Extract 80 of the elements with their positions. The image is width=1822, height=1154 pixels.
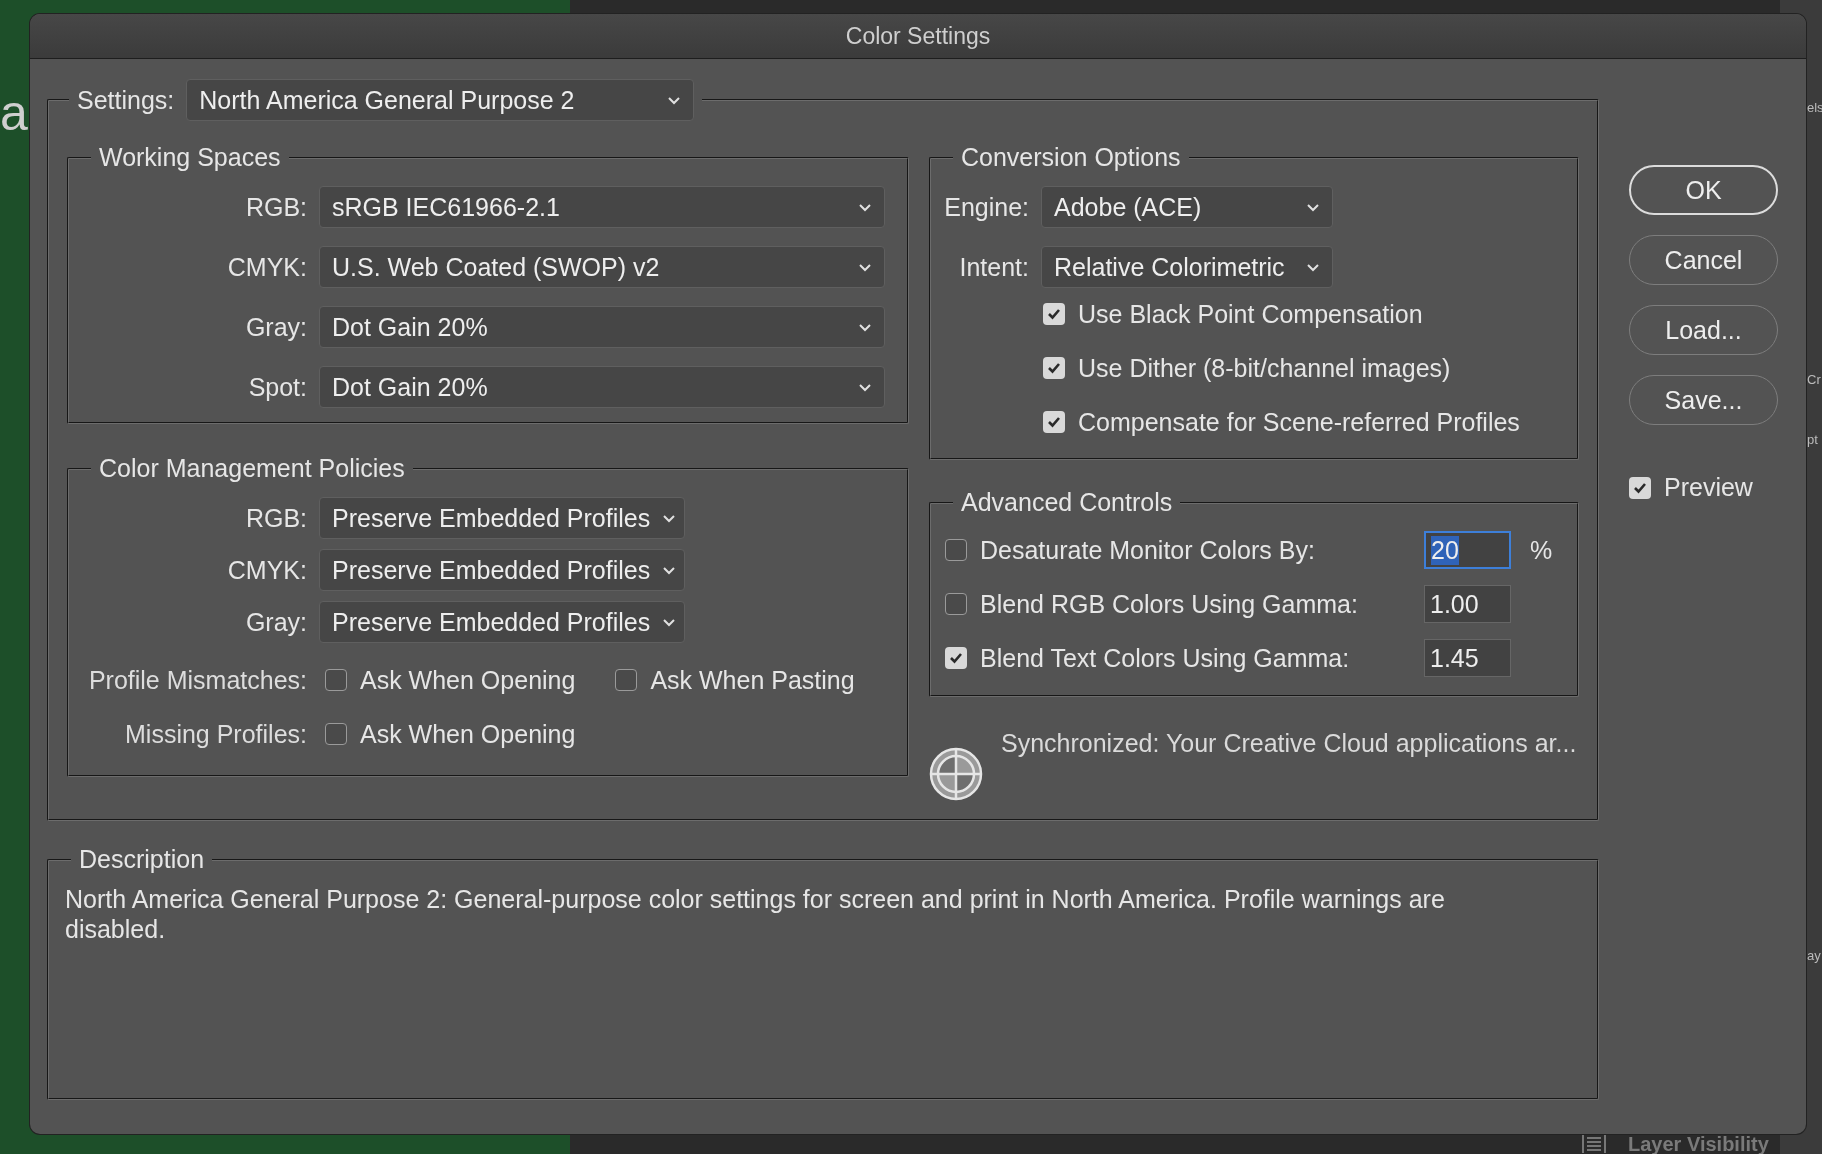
field-label: Intent: xyxy=(958,252,1030,282)
dropdown[interactable]: Adobe (ACE) xyxy=(1041,186,1333,228)
group-title: Color Management Policies xyxy=(98,454,406,483)
dropdown[interactable]: Preserve Embedded Profiles xyxy=(319,497,685,539)
dialog-button[interactable]: Save... xyxy=(1629,375,1778,425)
checkbox[interactable] xyxy=(945,647,967,669)
chevron-icon xyxy=(858,382,872,392)
chevron-icon xyxy=(858,202,872,212)
field-label: Gray: xyxy=(244,312,308,342)
dialog-button[interactable]: OK xyxy=(1629,165,1778,215)
dialog-button[interactable]: Load... xyxy=(1629,305,1778,355)
dropdown[interactable]: sRGB IEC61966-2.1 xyxy=(319,186,885,228)
checkbox[interactable] xyxy=(1043,357,1065,379)
dialog-button[interactable]: Cancel xyxy=(1629,235,1778,285)
check-icon xyxy=(1047,416,1061,428)
field-label: RGB: xyxy=(244,192,308,222)
check-icon xyxy=(1047,362,1061,374)
checkbox-label[interactable]: Blend RGB Colors Using Gamma: xyxy=(980,589,1358,619)
dropdown[interactable]: North America General Purpose 2 xyxy=(186,79,695,121)
dropdown[interactable]: Dot Gain 20% xyxy=(319,306,885,348)
checkbox[interactable] xyxy=(945,593,967,615)
check-icon xyxy=(949,652,963,664)
field-label: Profile Mismatches: xyxy=(87,665,308,695)
window-title: Color Settings xyxy=(845,22,991,50)
list-icon[interactable] xyxy=(1582,1134,1606,1154)
chevron-icon xyxy=(1306,262,1320,272)
number-field[interactable]: 1.45 xyxy=(1424,639,1511,677)
checkbox-label[interactable]: Ask When Pasting xyxy=(650,665,855,695)
chevron-icon xyxy=(662,565,677,575)
chevron-icon xyxy=(858,262,872,272)
dropdown[interactable]: Dot Gain 20% xyxy=(319,366,885,408)
checkbox[interactable] xyxy=(325,723,347,745)
field-label: RGB: xyxy=(244,503,308,533)
dropdown[interactable]: U.S. Web Coated (SWOP) v2 xyxy=(319,246,885,288)
chevron-icon xyxy=(858,322,872,332)
description-text: North America General Purpose 2: General-purpose color settings for screen and print in North America. Profile warnings are disabled. xyxy=(65,884,1446,944)
panel-label: ay xyxy=(1807,948,1821,963)
dropdown[interactable]: Preserve Embedded Profiles xyxy=(319,549,685,591)
number-field[interactable]: 1.00 xyxy=(1424,585,1511,623)
checkbox-label[interactable]: Use Black Point Compensation xyxy=(1078,299,1423,329)
unit-label: % xyxy=(1528,535,1554,565)
checkbox[interactable] xyxy=(945,539,967,561)
group-title: Working Spaces xyxy=(98,143,282,172)
number-field[interactable]: 20 xyxy=(1424,531,1511,569)
group-title: Description xyxy=(78,845,206,874)
checkbox[interactable] xyxy=(325,669,347,691)
checkbox[interactable] xyxy=(1043,411,1065,433)
panel-label: Layer Visibility xyxy=(1628,1132,1769,1154)
dropdown[interactable]: Preserve Embedded Profiles xyxy=(319,601,685,643)
field-label: Gray: xyxy=(244,607,308,637)
field-label: Spot: xyxy=(247,372,308,402)
sync-message: Synchronized: Your Creative Cloud applications ar... xyxy=(1001,729,1577,758)
chevron-icon xyxy=(662,513,677,523)
checkbox-label[interactable]: Ask When Opening xyxy=(360,719,576,749)
dropdown[interactable]: Relative Colorimetric xyxy=(1041,246,1333,288)
checkbox[interactable] xyxy=(1043,303,1065,325)
checkbox[interactable] xyxy=(1629,476,1651,499)
checkbox-label[interactable]: Preview xyxy=(1664,473,1753,502)
chevron-icon xyxy=(662,617,677,627)
chevron-icon xyxy=(1306,202,1320,212)
checkbox-label[interactable]: Compensate for Scene-referred Profiles xyxy=(1078,407,1520,437)
field-label: CMYK: xyxy=(226,555,308,585)
group-title: Conversion Options xyxy=(960,143,1182,172)
panel-label: Cr xyxy=(1807,372,1821,387)
checkbox-label[interactable]: Desaturate Monitor Colors By: xyxy=(980,535,1315,565)
sync-status-icon xyxy=(929,747,983,801)
panel-label: pt xyxy=(1807,432,1818,447)
field-label: Missing Profiles: xyxy=(124,719,308,749)
chevron-icon xyxy=(667,95,682,105)
field-label: Engine: xyxy=(943,192,1030,222)
field-label: CMYK: xyxy=(226,252,308,282)
check-icon xyxy=(1633,481,1647,494)
check-icon xyxy=(1047,308,1061,320)
checkbox-label[interactable]: Blend Text Colors Using Gamma: xyxy=(980,643,1350,673)
checkbox-label[interactable]: Use Dither (8-bit/channel images) xyxy=(1078,353,1451,383)
checkbox[interactable] xyxy=(615,669,638,691)
field-label: Settings: xyxy=(77,85,175,115)
background-text: a xyxy=(0,88,28,138)
checkbox-label[interactable]: Ask When Opening xyxy=(360,665,576,695)
group-title: Advanced Controls xyxy=(960,488,1174,517)
